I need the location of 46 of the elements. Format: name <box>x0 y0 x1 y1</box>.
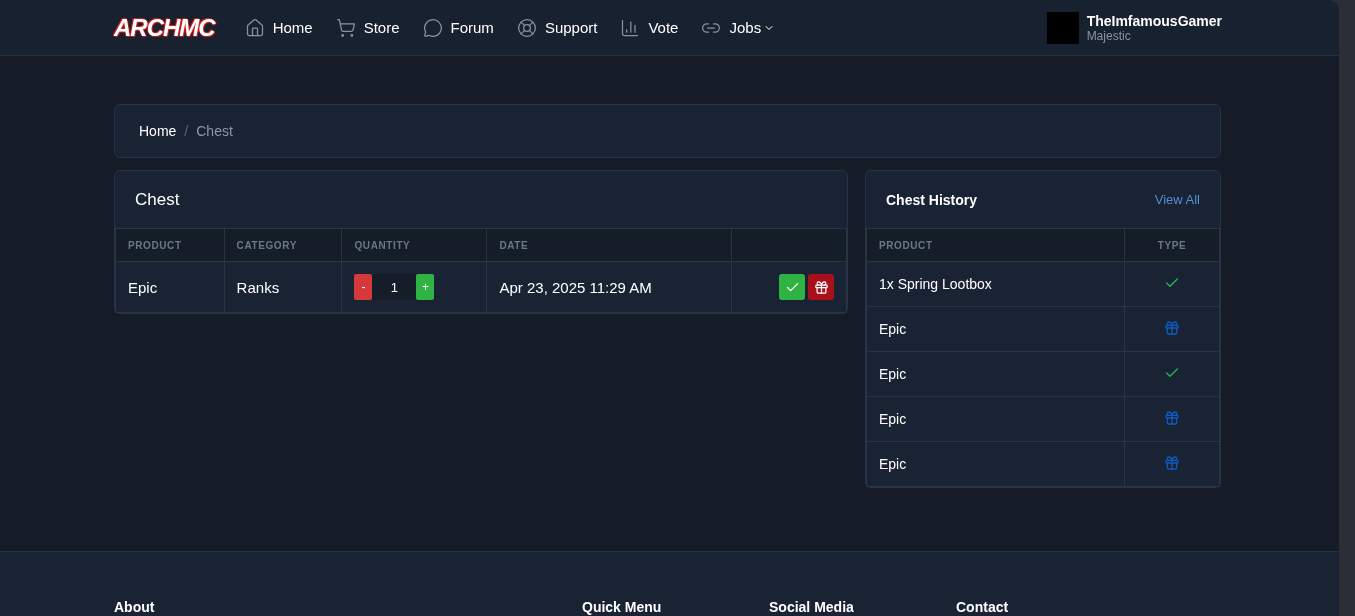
table-cell: Epic <box>866 306 1125 352</box>
column-header: TYPE <box>1124 228 1220 262</box>
cart-icon <box>335 17 356 38</box>
column-header: PRODUCT <box>866 228 1125 262</box>
column-header: DATE <box>486 228 732 262</box>
nav-link[interactable]: Vote <box>620 17 679 38</box>
column-header: PRODUCT <box>115 228 225 262</box>
table-cell: Epic <box>866 441 1125 487</box>
gift-icon <box>1164 454 1180 471</box>
breadcrumb-link[interactable]: Home <box>139 123 177 139</box>
lifebuoy-icon <box>516 17 537 38</box>
footer-heading: Contact <box>956 599 1010 615</box>
column-header: QUANTITY <box>341 228 487 262</box>
table-cell: Epic <box>866 351 1125 397</box>
user-rank: Majestic <box>1086 28 1132 43</box>
nav-link[interactable]: Home <box>244 17 313 38</box>
footer-heading: About <box>114 599 156 615</box>
decrease-button[interactable]: - <box>354 274 373 300</box>
nav-link[interactable]: Forum <box>422 17 494 38</box>
footer-heading: Quick Menu <box>582 599 663 615</box>
view-all-link[interactable]: View All <box>1154 192 1200 207</box>
home-icon <box>244 17 265 38</box>
table-cell: Ranks <box>224 261 342 313</box>
gift-icon <box>1164 319 1180 336</box>
card-title: Chest History <box>886 191 978 208</box>
gift-icon <box>1164 409 1180 426</box>
nav-link[interactable]: Support <box>516 17 598 38</box>
nav-link[interactable]: Store <box>335 17 400 38</box>
table-cell: 1x Spring Lootbox <box>866 261 1125 307</box>
bar-chart-icon <box>620 17 641 38</box>
table-cell: Apr 23, 2025 11:29 AM <box>486 261 732 313</box>
speech-bubble-icon <box>422 17 443 38</box>
column-header: CATEGORY <box>224 228 342 262</box>
card-title: Chest <box>135 189 180 210</box>
username: TheImfamousGamer <box>1086 12 1222 29</box>
gift-icon <box>813 279 829 295</box>
table-cell: Epic <box>115 261 225 313</box>
breadcrumb-link[interactable]: Chest <box>196 123 233 139</box>
nav-link[interactable]: Jobs <box>701 17 776 38</box>
quantity-field[interactable]: 1 <box>372 274 417 300</box>
footer-heading: Social Media <box>769 599 855 615</box>
avatar <box>1046 11 1079 44</box>
table-cell: Epic <box>866 396 1125 442</box>
breadcrumb-separator: / <box>184 123 189 139</box>
gift-button[interactable] <box>808 274 834 300</box>
logo[interactable]: ARCHMC <box>114 13 215 42</box>
